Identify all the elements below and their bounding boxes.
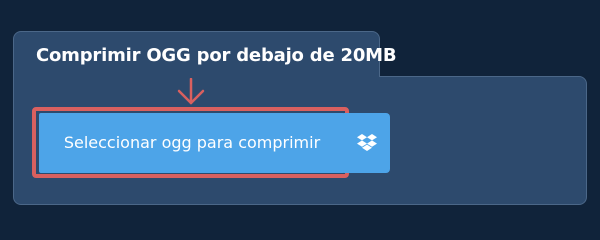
highlight-frame	[32, 107, 349, 178]
panel-tab-title: Comprimir OGG por debajo de 20MB	[36, 45, 397, 66]
dropbox-button[interactable]	[344, 113, 390, 173]
panel-tab: Comprimir OGG por debajo de 20MB	[13, 31, 397, 77]
compress-panel: Comprimir OGG por debajo de 20MB Selecci…	[0, 0, 600, 230]
arrow-down-icon	[177, 78, 205, 105]
dropbox-icon	[357, 134, 377, 151]
